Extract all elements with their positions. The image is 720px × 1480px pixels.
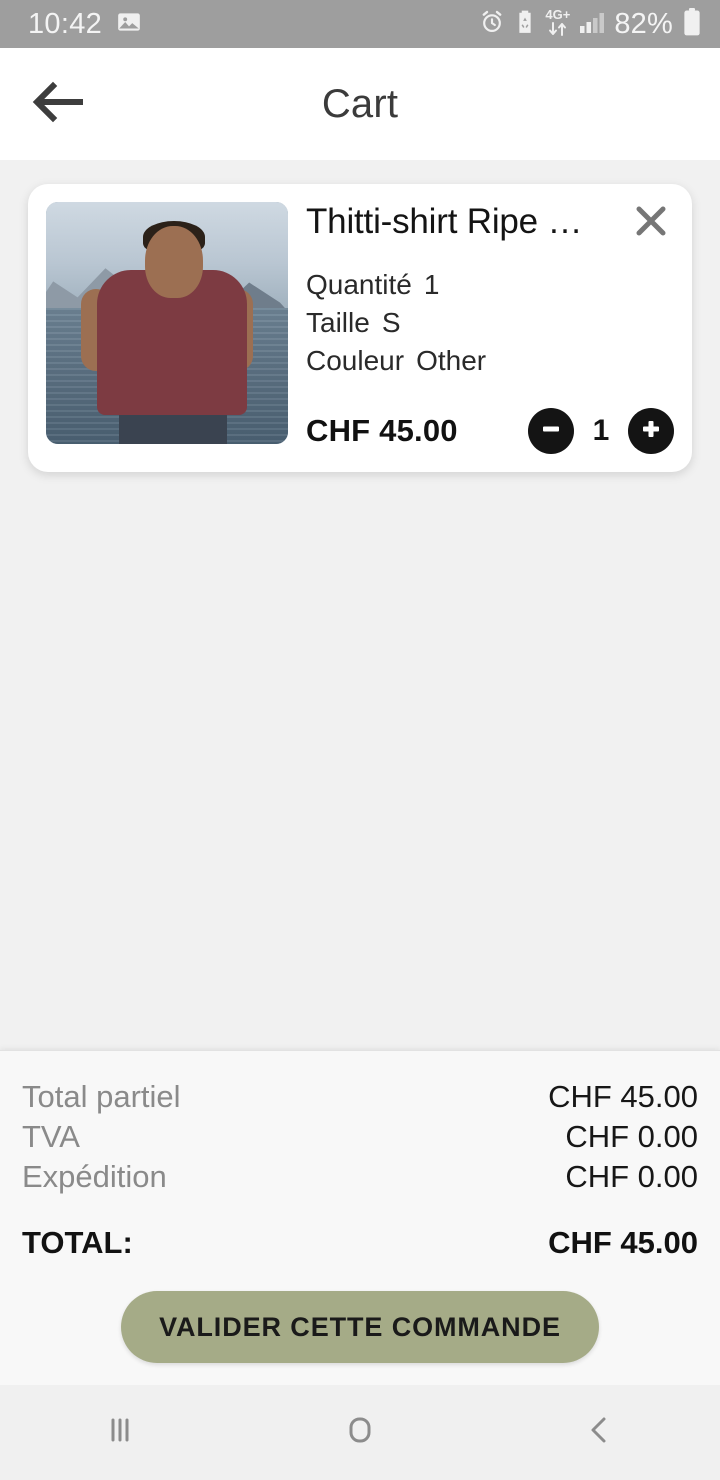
image-icon (116, 9, 142, 40)
quantity-stepper: 1 (528, 408, 674, 455)
attribute-value: 1 (423, 269, 440, 300)
image-person-head (145, 226, 203, 299)
summary-value: CHF 0.00 (565, 1119, 698, 1154)
attribute-label: Quantité (306, 269, 412, 300)
back-nav-button[interactable] (480, 1385, 720, 1480)
decrement-quantity-button[interactable] (528, 408, 574, 455)
cart-list: Thitti-shirt Ripe … Quantité 1 Taille S … (0, 160, 720, 1050)
attribute-label: Couleur (306, 345, 405, 377)
phone-screen: 10:42 4G+ 82% Cart Thitti-shirt Ripe … Q… (0, 0, 720, 1480)
summary-row: Expédition CHF 0.00 (22, 1157, 698, 1197)
summary-label: Expédition (22, 1159, 167, 1194)
app-bar: Cart (0, 48, 720, 160)
image-person-jeans (119, 410, 227, 444)
battery-percent: 82% (614, 7, 673, 40)
network-label: 4G+ (545, 6, 571, 22)
battery-icon (682, 7, 702, 41)
quantity-value: 1 (592, 414, 610, 448)
alarm-clock-icon (479, 9, 505, 40)
plus-circle-icon (638, 416, 664, 447)
cart-item-card[interactable]: Thitti-shirt Ripe … Quantité 1 Taille S … (28, 184, 692, 473)
price-and-quantity-row: CHF 45.00 1 (306, 380, 674, 455)
attribute-row: Taille S (306, 304, 674, 342)
attribute-value: Other (416, 345, 487, 377)
checkout-button[interactable]: VALIDER CETTE COMMANDE (121, 1291, 599, 1363)
network-type-indicator: 4G+ (545, 8, 570, 41)
page-title: Cart (321, 81, 399, 126)
attribute-label: Taille (306, 307, 370, 339)
recents-button[interactable] (0, 1385, 240, 1480)
close-icon (631, 201, 671, 246)
summary-label: Total partiel (22, 1079, 181, 1114)
summary-value: CHF 45.00 (548, 1079, 698, 1114)
home-button[interactable] (240, 1385, 480, 1480)
back-chevron-icon (580, 1410, 620, 1455)
product-attributes: Quantité 1 Taille S Couleur Other (306, 266, 674, 380)
home-icon (340, 1410, 380, 1455)
attribute-value: S (381, 307, 401, 339)
summary-value: CHF 0.00 (565, 1159, 698, 1194)
signal-bars-icon (579, 10, 605, 39)
system-nav-bar (0, 1385, 720, 1480)
summary-label: TVA (22, 1119, 80, 1154)
item-price: CHF 45.00 (306, 413, 458, 449)
grand-total-label: TOTAL: (22, 1225, 133, 1260)
minus-circle-icon (538, 416, 564, 447)
grand-total-value: CHF 45.00 (548, 1225, 698, 1260)
grand-total-row: TOTAL: CHF 45.00 (22, 1223, 698, 1263)
product-title: Thitti-shirt Ripe … (306, 202, 583, 241)
status-bar: 10:42 4G+ 82% (0, 0, 720, 48)
battery-saver-icon (514, 9, 536, 40)
order-summary: Total partiel CHF 45.00 TVA CHF 0.00 Exp… (0, 1050, 720, 1385)
remove-item-button[interactable] (628, 200, 674, 246)
product-info: Thitti-shirt Ripe … Quantité 1 Taille S … (306, 202, 674, 455)
checkout-button-container: VALIDER CETTE COMMANDE (22, 1263, 698, 1385)
recents-icon (100, 1410, 140, 1455)
attribute-row: Quantité 1 (306, 266, 674, 304)
status-bar-left: 10:42 (28, 8, 142, 41)
product-title-row: Thitti-shirt Ripe … (306, 202, 674, 246)
status-time: 10:42 (28, 7, 103, 40)
status-bar-right: 4G+ 82% (479, 7, 702, 41)
summary-row: TVA CHF 0.00 (22, 1117, 698, 1157)
summary-row: Total partiel CHF 45.00 (22, 1077, 698, 1117)
product-image[interactable] (46, 202, 288, 444)
increment-quantity-button[interactable] (628, 408, 674, 455)
data-transfer-icon (547, 21, 569, 41)
attribute-row: Couleur Other (306, 342, 674, 380)
